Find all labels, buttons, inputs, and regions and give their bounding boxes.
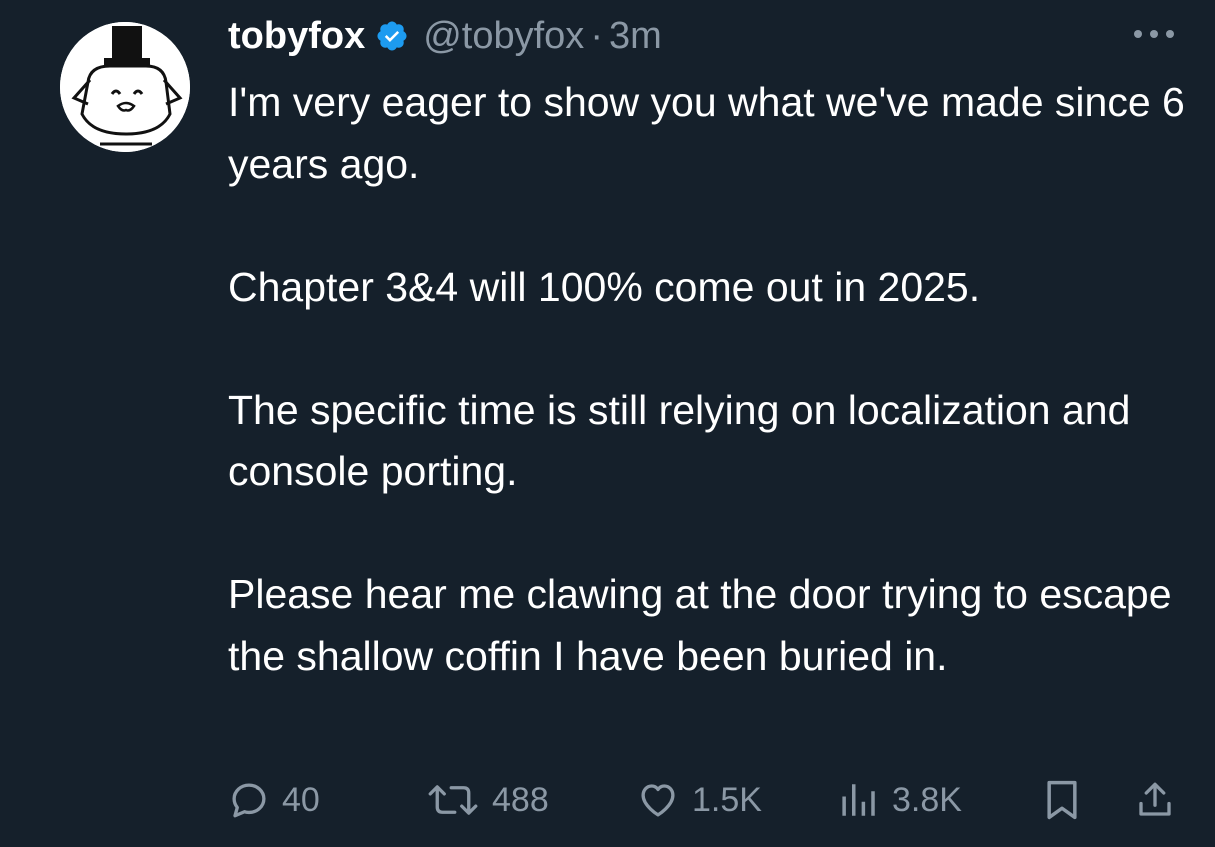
bookmark-icon xyxy=(1047,780,1077,820)
timestamp[interactable]: 3m xyxy=(609,15,662,58)
tweet-paragraph: Please hear me clawing at the door tryin… xyxy=(228,571,1172,679)
like-count: 1.5K xyxy=(692,780,762,819)
tweet-paragraph: The specific time is still relying on lo… xyxy=(228,386,1131,495)
views-bar-chart-icon xyxy=(842,784,875,816)
tweet-header: tobyfox @tobyfox · 3m xyxy=(228,10,662,62)
tweet-actions: 40 488 1.5K 3.8K xyxy=(0,770,1215,830)
dog-avatar-icon xyxy=(60,22,190,152)
views-button[interactable]: 3.8K xyxy=(838,770,962,830)
avatar[interactable] xyxy=(60,22,190,152)
more-options-button[interactable] xyxy=(1130,22,1178,46)
heart-icon xyxy=(641,784,675,817)
verified-badge-icon xyxy=(375,19,409,53)
views-count: 3.8K xyxy=(892,780,962,819)
reply-count: 40 xyxy=(282,780,320,819)
reply-button[interactable]: 40 xyxy=(228,770,320,830)
share-icon xyxy=(1139,782,1171,816)
tweet-blank-line xyxy=(228,195,1198,257)
reply-icon xyxy=(232,783,266,818)
retweet-button[interactable]: 488 xyxy=(426,770,549,830)
tweet-blank-line xyxy=(228,503,1198,565)
retweet-icon xyxy=(428,785,478,815)
tweet-blank-line xyxy=(228,318,1198,380)
handle[interactable]: @tobyfox xyxy=(423,15,584,58)
tweet-paragraph: I'm very eager to show you what we've ma… xyxy=(228,79,1185,187)
bookmark-button[interactable] xyxy=(1042,770,1082,830)
tweet-paragraph: Chapter 3&4 will 100% come out in 2025. xyxy=(228,263,981,310)
separator: · xyxy=(590,14,603,57)
display-name[interactable]: tobyfox xyxy=(228,15,365,58)
tweet-text: I'm very eager to show you what we've ma… xyxy=(228,72,1198,687)
more-horizontal-icon xyxy=(1134,30,1174,38)
share-button[interactable] xyxy=(1134,770,1176,830)
retweet-count: 488 xyxy=(492,780,549,819)
like-button[interactable]: 1.5K xyxy=(636,770,762,830)
